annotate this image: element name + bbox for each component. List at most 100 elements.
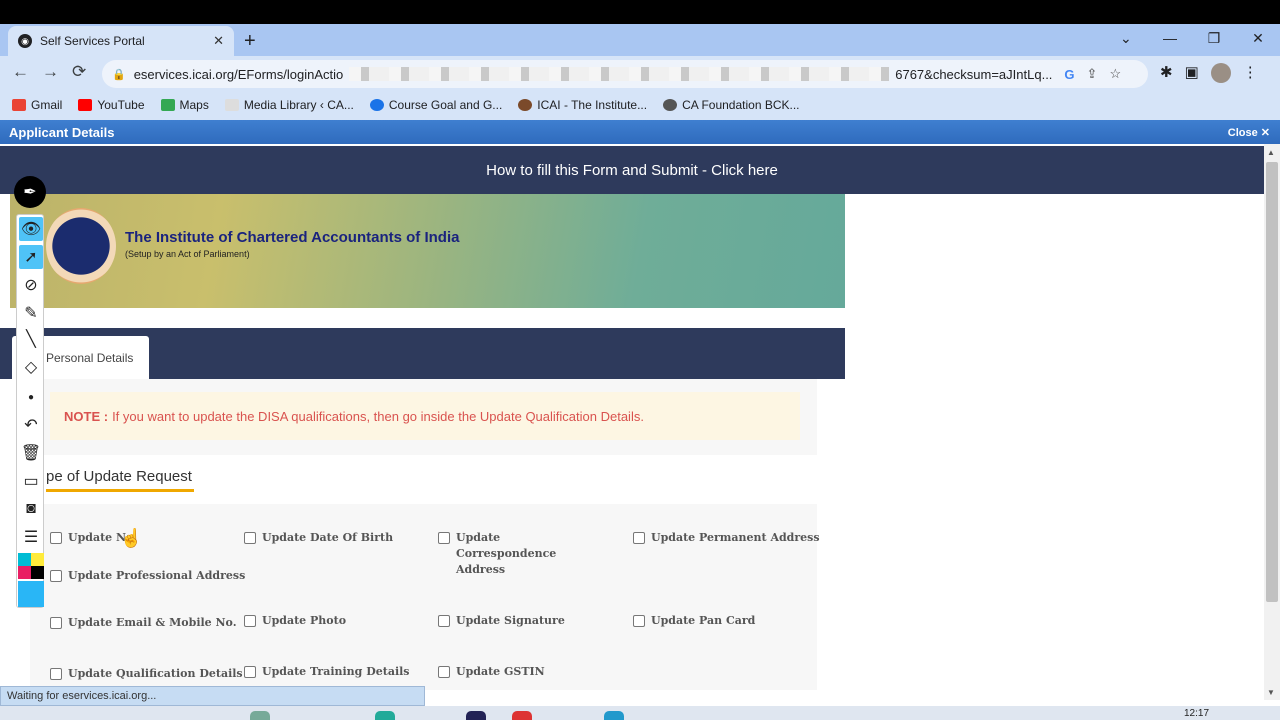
bookmark-icai[interactable]: ICAI - The Institute...	[518, 98, 647, 112]
forward-icon[interactable]: →	[42, 62, 59, 82]
checkbox[interactable]	[633, 615, 645, 627]
eraser-icon[interactable]: ◇	[19, 355, 43, 379]
pen-tool-icon[interactable]: ✒	[14, 176, 46, 208]
checkbox-update-pan-card[interactable]: Update Pan Card	[633, 613, 755, 629]
color-swatch-cyan[interactable]	[18, 553, 31, 566]
checkbox[interactable]	[50, 668, 62, 680]
share-icon[interactable]: ⇪	[1087, 66, 1098, 82]
checkbox-update-correspondence-address[interactable]: Update Correspondence Address	[438, 530, 588, 578]
highlighter-icon[interactable]: ✎	[19, 301, 43, 325]
extensions-icon[interactable]: ✱	[1160, 63, 1173, 83]
minimize-icon[interactable]: —	[1148, 24, 1192, 56]
tab-favicon-icon: ◉	[18, 34, 32, 48]
taskbar-app-icon[interactable]	[604, 711, 624, 720]
hand-cursor-icon: ☝	[120, 528, 143, 548]
checkbox[interactable]	[438, 532, 450, 544]
os-taskbar: 12:17	[0, 706, 1280, 720]
color-swatch-black[interactable]	[31, 566, 44, 579]
checkbox-update-signature[interactable]: Update Signature	[438, 613, 565, 629]
checkbox-update-professional-address[interactable]: Update Professional Address	[50, 568, 245, 584]
dialog-content: How to fill this Form and Submit - Click…	[0, 144, 1264, 690]
window-close-icon[interactable]: ✕	[1236, 24, 1280, 56]
checkbox-update-permanent-address[interactable]: Update Permanent Address	[633, 530, 820, 546]
redacted-url	[349, 67, 890, 81]
dialog-close-button[interactable]: Close ✕	[1228, 126, 1270, 139]
lock-icon: 🔒	[112, 68, 126, 81]
section-underline	[46, 489, 194, 492]
wordpress-icon	[663, 99, 678, 111]
checkbox[interactable]	[438, 615, 450, 627]
content-scrollbar[interactable]: ▲ ▼	[1264, 144, 1280, 700]
taskbar-app-icon[interactable]	[375, 711, 395, 720]
pen-off-icon[interactable]: ⊘	[19, 273, 43, 297]
reload-icon[interactable]: ⟳	[72, 62, 86, 82]
back-icon[interactable]: ←	[12, 62, 29, 82]
bookmark-maps[interactable]: Maps	[160, 98, 209, 112]
note-label: NOTE :	[64, 408, 109, 424]
checkbox[interactable]	[50, 532, 62, 544]
bookmark-course-goal[interactable]: Course Goal and G...	[369, 98, 502, 112]
note-text: If you want to update the DISA qualifica…	[112, 408, 644, 424]
icai-logo	[46, 208, 116, 284]
browser-toolbar: ← → ⟳ 🔒 eservices.icai.org/EForms/loginA…	[0, 56, 1280, 90]
line-icon[interactable]: ╲	[19, 327, 43, 351]
checkbox-update-dob[interactable]: Update Date Of Birth	[244, 530, 393, 546]
checkbox[interactable]	[244, 532, 256, 544]
window-controls: — ❐ ✕	[1148, 24, 1280, 56]
checkbox[interactable]	[633, 532, 645, 544]
checkbox[interactable]	[438, 666, 450, 678]
undo-icon[interactable]: ↶	[19, 413, 43, 437]
restore-icon[interactable]: ❐	[1192, 24, 1236, 56]
profile-avatar[interactable]	[1210, 63, 1231, 83]
tab-strip: ◉ Self Services Portal ✕ + ⌄ — ❐ ✕	[0, 24, 1280, 56]
checkbox-update-photo[interactable]: Update Photo	[244, 613, 346, 629]
browser-tab[interactable]: ◉ Self Services Portal ✕	[8, 26, 234, 56]
checkbox[interactable]	[50, 570, 62, 582]
dot-size-icon[interactable]: ●	[19, 385, 43, 409]
scroll-up-icon[interactable]: ▲	[1267, 148, 1275, 157]
menu-icon[interactable]: ⋮	[1243, 63, 1258, 83]
bookmark-star-icon[interactable]: ☆	[1109, 66, 1121, 82]
annotation-tool-panel: 👁 ➚ ⊘ ✎ ╲ ◇ ● ↶ 🗑 ▭ ◙ ☰	[16, 214, 44, 608]
toolbar-right-icons: ✱ ▣ ⋮	[1160, 63, 1258, 83]
dialog-title: Applicant Details	[9, 124, 115, 140]
address-bar[interactable]: 🔒 eservices.icai.org/EForms/loginActio 6…	[102, 60, 1148, 88]
bookmark-ca-foundation[interactable]: CA Foundation BCK...	[663, 98, 800, 112]
section-title: pe of Update Request	[46, 468, 192, 485]
scroll-down-icon[interactable]: ▼	[1267, 688, 1275, 697]
taskbar-app-icon[interactable]	[512, 711, 532, 720]
taskbar-app-icon[interactable]	[250, 711, 270, 720]
checkbox[interactable]	[244, 615, 256, 627]
howto-link[interactable]: How to fill this Form and Submit - Click…	[0, 146, 1264, 194]
gmail-icon	[12, 99, 26, 111]
eye-icon[interactable]: 👁	[19, 217, 43, 241]
color-swatch-magenta[interactable]	[18, 566, 31, 579]
checkbox-update-training[interactable]: Update Training Details	[244, 664, 410, 680]
url-end: 6767&checksum=aJIntLq...	[895, 66, 1053, 82]
side-panel-icon[interactable]: ▣	[1185, 63, 1199, 83]
new-tab-button[interactable]: +	[244, 30, 256, 53]
notes-icon[interactable]: ☰	[19, 525, 43, 549]
taskbar-clock: 12:17	[1184, 708, 1210, 719]
bookmark-youtube[interactable]: YouTube	[78, 98, 145, 112]
camera-icon[interactable]: ◙	[19, 497, 43, 521]
checkbox[interactable]	[50, 617, 62, 629]
checkbox-update-email-mobile[interactable]: Update Email & Mobile No.	[50, 615, 237, 631]
current-color-swatch[interactable]	[18, 581, 44, 607]
pointer-icon[interactable]: ➚	[19, 245, 43, 269]
bookmark-gmail[interactable]: Gmail	[12, 98, 62, 112]
google-icon[interactable]: G	[1064, 67, 1074, 82]
color-swatch-yellow[interactable]	[31, 553, 44, 566]
checkbox-update-gstin[interactable]: Update GSTIN	[438, 664, 545, 680]
bookmark-media-library[interactable]: Media Library ‹ CA...	[224, 98, 354, 112]
scrollbar-thumb[interactable]	[1266, 162, 1278, 602]
tab-search-icon[interactable]: ⌄	[1120, 30, 1132, 47]
checkbox[interactable]	[244, 666, 256, 678]
whiteboard-icon[interactable]: ▭	[19, 469, 43, 493]
maps-icon	[160, 99, 175, 111]
annotation-toolbar: ✒ 👁 ➚ ⊘ ✎ ╲ ◇ ● ↶ 🗑 ▭ ◙ ☰	[14, 176, 46, 610]
tab-close-icon[interactable]: ✕	[213, 33, 224, 49]
taskbar-app-icon[interactable]	[466, 711, 486, 720]
trash-icon[interactable]: 🗑	[19, 441, 43, 465]
checkbox-update-qualification[interactable]: Update Qualification Details	[50, 666, 243, 682]
